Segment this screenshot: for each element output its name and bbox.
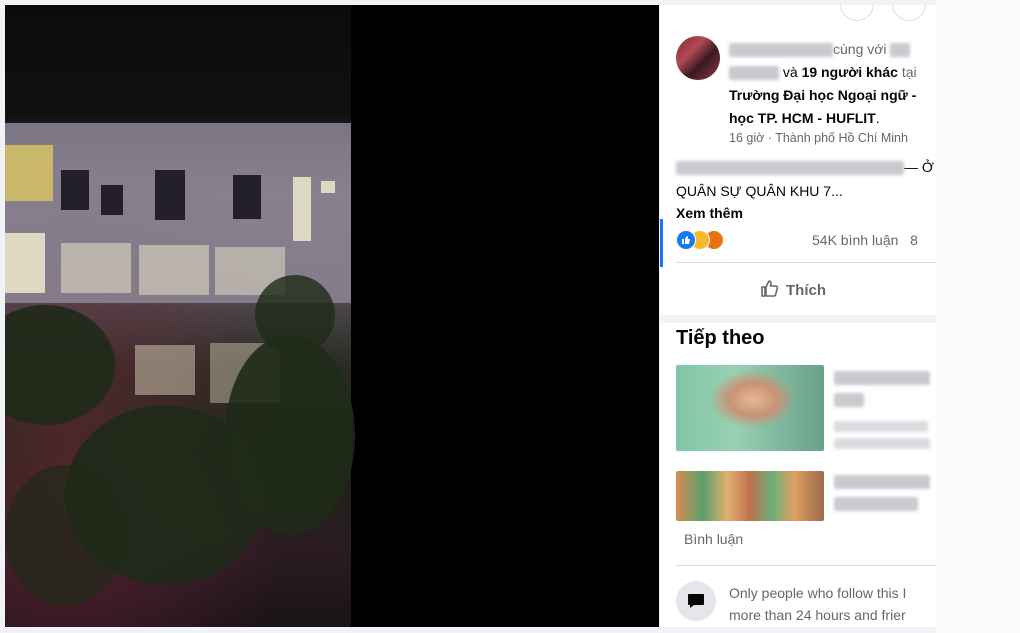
blurred-name[interactable] — [729, 66, 779, 81]
focus-indicator — [660, 219, 663, 267]
divider — [676, 262, 936, 263]
comments-label: Bình luận — [684, 531, 744, 547]
post-text-line2: QUÂN SỰ QUÂN KHU 7... — [676, 183, 843, 199]
reactions-summary[interactable] — [676, 230, 736, 250]
next-video-thumbnail[interactable] — [676, 471, 824, 521]
comments-count-text[interactable]: 54K bình luận — [812, 232, 898, 248]
and-text: và — [782, 64, 798, 80]
with-text: cùng với — [833, 41, 887, 57]
others-link[interactable]: 19 người khác — [802, 64, 898, 80]
place-line2: học TP. HCM - HUFLIT. — [729, 110, 880, 126]
post-tagged-line: và 19 người khác tại — [729, 64, 917, 81]
like-reaction-icon — [676, 230, 696, 250]
comment-bubble-icon — [676, 581, 716, 621]
avatar[interactable] — [676, 36, 720, 80]
post-meta: 16 giờ · Thành phố Hồ Chí Minh — [729, 131, 908, 145]
comment-notice-line2: more than 24 hours and frier — [729, 607, 906, 623]
next-video-info[interactable] — [834, 475, 930, 511]
thumbs-up-icon — [760, 278, 780, 302]
top-button[interactable] — [892, 5, 926, 21]
post-text-tail: — Ở — [904, 159, 934, 175]
blurred-text — [676, 161, 904, 176]
comments-count[interactable]: 54K bình luận 8 — [812, 232, 918, 248]
next-video-thumbnail[interactable] — [676, 365, 824, 451]
shares-count[interactable]: 8 — [910, 232, 918, 248]
comment-notice-line1: Only people who follow this I — [729, 585, 907, 601]
divider — [676, 565, 936, 566]
post-side-panel: cùng với và 19 người khác tại Trường Đại… — [660, 5, 936, 627]
see-more-link[interactable]: Xem thêm — [676, 205, 743, 221]
next-video-info[interactable] — [834, 371, 930, 449]
top-button[interactable] — [840, 5, 874, 21]
right-margin — [936, 0, 1020, 633]
like-button[interactable]: Thích — [760, 275, 826, 305]
blurred-name[interactable] — [729, 43, 833, 58]
video-player[interactable] — [5, 5, 659, 627]
post-author-line: cùng với — [729, 41, 911, 58]
place-link-2[interactable]: học TP. HCM - HUFLIT — [729, 110, 876, 126]
video-frame — [5, 5, 355, 627]
post-location[interactable]: Thành phố Hồ Chí Minh — [775, 131, 908, 145]
meta-dot: · — [767, 131, 772, 145]
up-next-title: Tiếp theo — [676, 327, 765, 349]
place-link[interactable]: Trường Đại học Ngoại ngữ - — [729, 87, 916, 103]
like-label: Thích — [786, 281, 826, 299]
blurred-name[interactable] — [890, 43, 911, 58]
at-text: tại — [901, 64, 917, 80]
post-time[interactable]: 16 giờ — [729, 131, 764, 145]
post-text-line1: — Ở — [676, 159, 934, 176]
place-punct: . — [875, 110, 880, 126]
section-separator — [660, 315, 936, 323]
